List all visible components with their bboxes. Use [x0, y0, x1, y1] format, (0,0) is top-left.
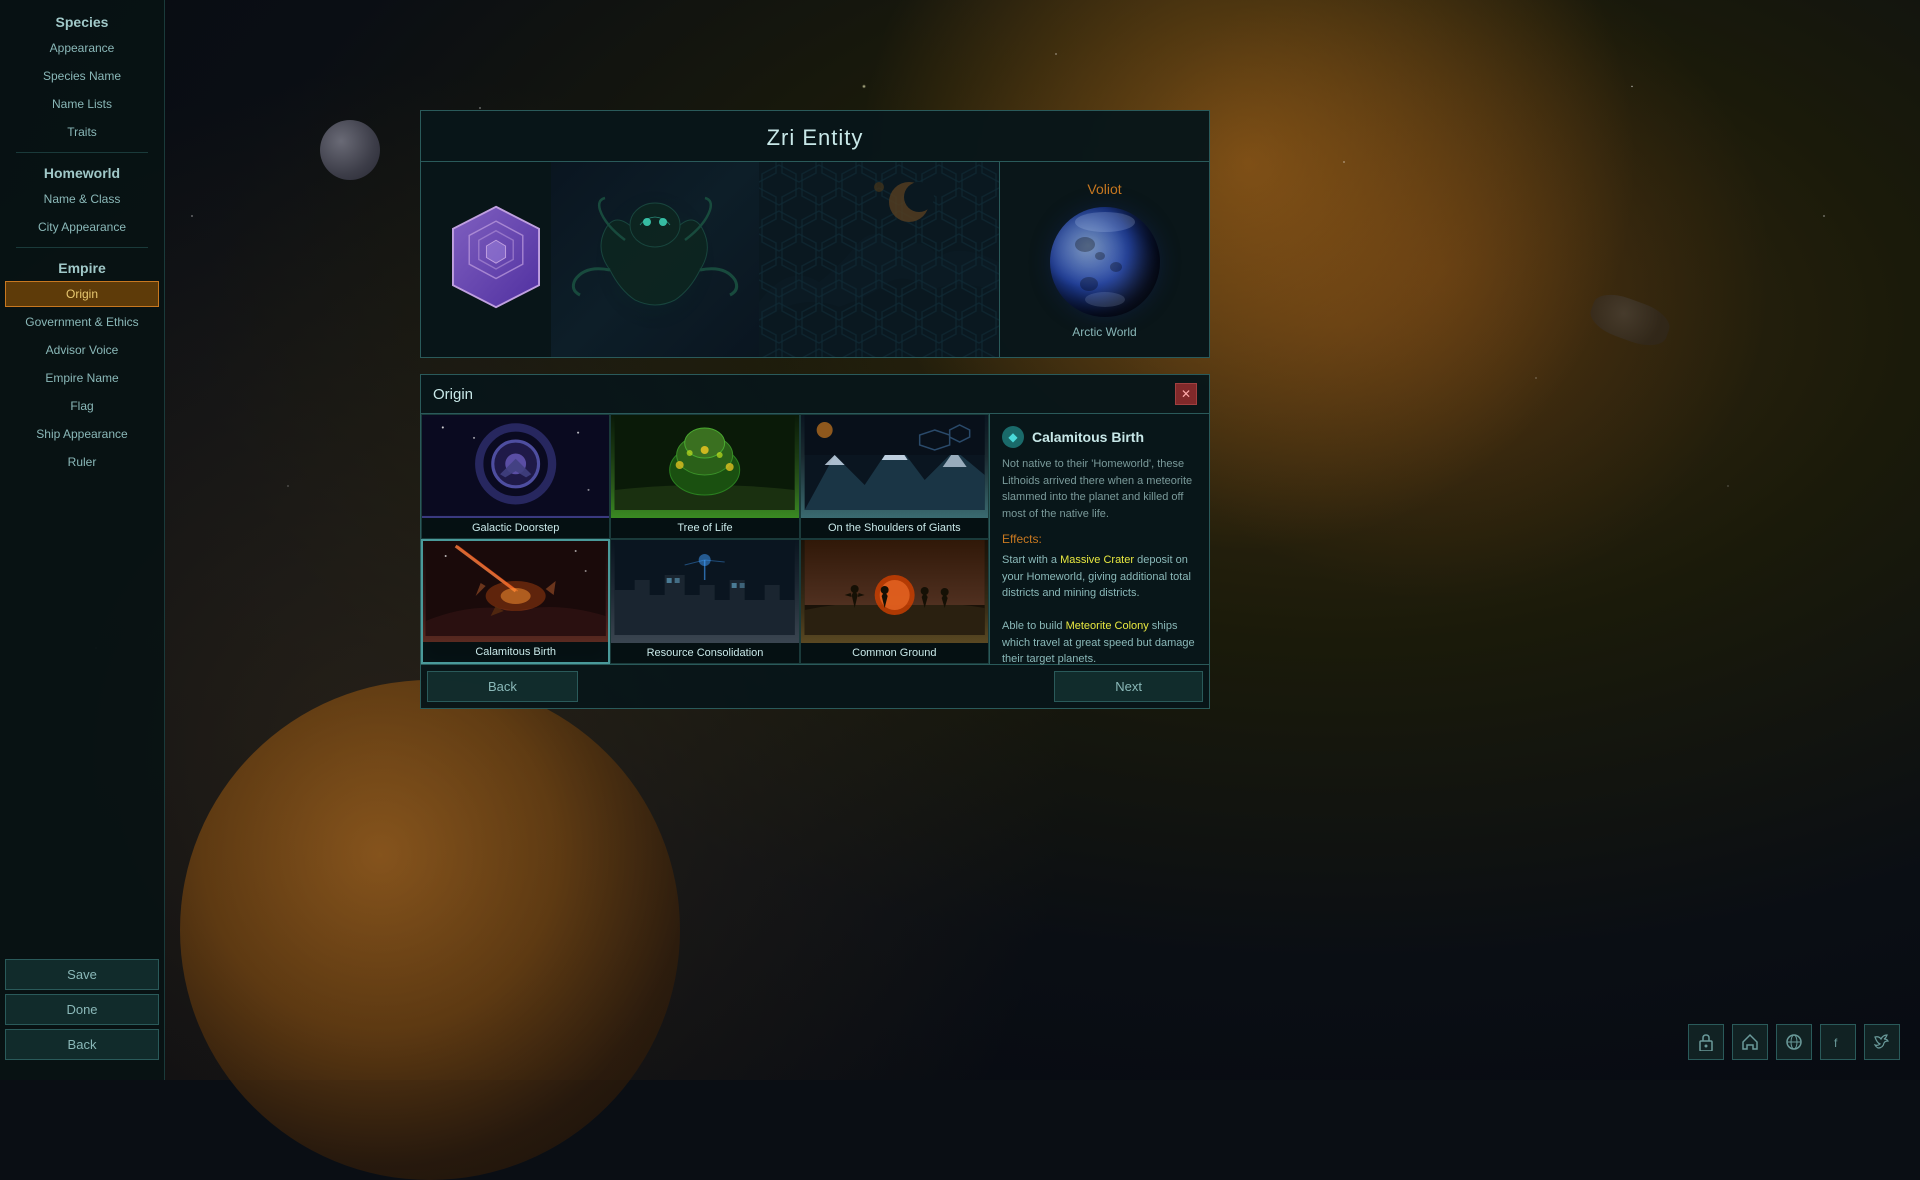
sidebar-section-homeworld: Homeworld — [0, 159, 164, 185]
hex-grid-area — [759, 162, 999, 357]
origin-label-galactic: Galactic Doorstep — [422, 518, 609, 538]
planet-type: Arctic World — [1072, 325, 1136, 339]
main-panel: Zri Entity — [420, 110, 1210, 358]
sidebar-item-origin[interactable]: Origin — [5, 281, 159, 307]
origin-detail-icon: ◆ — [1002, 426, 1024, 448]
origin-img-tree — [611, 415, 798, 518]
origin-detail-description: Not native to their 'Homeworld', these L… — [1002, 456, 1197, 522]
creature-area — [551, 162, 759, 357]
effects-text: Start with a Massive Crater deposit on y… — [1002, 552, 1197, 668]
sidebar-section-empire: Empire — [0, 254, 164, 280]
effects-text-1: Start with a Massive Crater deposit on y… — [1002, 554, 1191, 599]
background-planet — [180, 680, 680, 1180]
panel-title: Zri Entity — [421, 111, 1209, 162]
origin-item-tree-of-life[interactable]: Tree of Life — [610, 414, 799, 539]
origin-item-calamitous[interactable]: Calamitous Birth — [421, 539, 610, 664]
sidebar-item-city-appearance[interactable]: City Appearance — [5, 214, 159, 240]
origin-detail-title: Calamitous Birth — [1032, 429, 1144, 445]
origin-item-resource[interactable]: Resource Consolidation — [610, 539, 799, 664]
origin-grid: Galactic Doorstep — [421, 414, 1209, 664]
background-moon — [320, 120, 380, 180]
lock-icon-button[interactable] — [1688, 1024, 1724, 1060]
origin-detail-header: ◆ Calamitous Birth — [1002, 426, 1197, 448]
svg-text:f: f — [1834, 1036, 1838, 1050]
origin-item-giants[interactable]: On the Shoulders of Giants — [800, 414, 989, 539]
sidebar-item-government-ethics[interactable]: Government & Ethics — [5, 309, 159, 335]
save-button[interactable]: Save — [5, 959, 159, 990]
origin-panel: Origin ✕ — [420, 374, 1210, 709]
bottom-icons-bar: f — [1688, 1024, 1900, 1060]
facebook-icon-button[interactable]: f — [1820, 1024, 1856, 1060]
sidebar-item-ship-appearance[interactable]: Ship Appearance — [5, 421, 159, 447]
hex-icon — [441, 202, 551, 312]
sidebar-section-species: Species — [0, 8, 164, 34]
origin-img-galactic — [422, 415, 609, 518]
sidebar-item-ruler[interactable]: Ruler — [5, 449, 159, 475]
sidebar-item-appearance[interactable]: Appearance — [5, 35, 159, 61]
effects-text-2: Able to build Meteorite Colony ships whi… — [1002, 620, 1195, 665]
massive-crater-highlight: Massive Crater — [1060, 554, 1134, 566]
close-button[interactable]: ✕ — [1175, 383, 1197, 405]
sidebar-item-species-name[interactable]: Species Name — [5, 63, 159, 89]
planet-image — [1050, 207, 1160, 317]
sidebar-item-name-class[interactable]: Name & Class — [5, 186, 159, 212]
meteorite-colony-highlight: Meteorite Colony — [1066, 620, 1149, 632]
sidebar-divider-2 — [16, 247, 147, 248]
planet-name: Voliot — [1087, 181, 1121, 197]
origin-header: Origin ✕ — [421, 375, 1209, 414]
origin-label-giants: On the Shoulders of Giants — [801, 518, 988, 538]
character-display: Voliot Arctic World — [421, 162, 1209, 357]
planet-display: Voliot Arctic World — [999, 162, 1209, 357]
twitter-icon-button[interactable] — [1864, 1024, 1900, 1060]
home-icon-button[interactable] — [1732, 1024, 1768, 1060]
origin-details: ◆ Calamitous Birth Not native to their '… — [989, 414, 1209, 664]
origin-img-resource — [611, 540, 798, 643]
back-nav-button[interactable]: Back — [427, 671, 578, 702]
origin-item-galactic-doorstep[interactable]: Galactic Doorstep — [421, 414, 610, 539]
origin-label-resource: Resource Consolidation — [611, 643, 798, 663]
next-nav-button[interactable]: Next — [1054, 671, 1203, 702]
globe-icon-button[interactable] — [1776, 1024, 1812, 1060]
sidebar-item-flag[interactable]: Flag — [5, 393, 159, 419]
origin-img-common — [801, 540, 988, 643]
sidebar-item-name-lists[interactable]: Name Lists — [5, 91, 159, 117]
back-button[interactable]: Back — [5, 1029, 159, 1060]
origin-label-tree: Tree of Life — [611, 518, 798, 538]
origin-nav: Back Next — [421, 664, 1209, 708]
sidebar-bottom: Save Done Back — [0, 959, 164, 1080]
sidebar: Species Appearance Species Name Name Lis… — [0, 0, 165, 1080]
portrait-area — [421, 162, 759, 357]
sidebar-divider-1 — [16, 152, 147, 153]
sidebar-item-empire-name[interactable]: Empire Name — [5, 365, 159, 391]
done-button[interactable]: Done — [5, 994, 159, 1025]
origin-label-calamitous: Calamitous Birth — [423, 642, 608, 662]
origin-item-common-ground[interactable]: Common Ground — [800, 539, 989, 664]
origin-title: Origin — [433, 386, 473, 403]
sidebar-item-advisor-voice[interactable]: Advisor Voice — [5, 337, 159, 363]
origin-img-giants — [801, 415, 988, 518]
sidebar-item-traits[interactable]: Traits — [5, 119, 159, 145]
origin-img-calamitous — [423, 541, 608, 642]
origin-label-common: Common Ground — [801, 643, 988, 663]
effects-label: Effects: — [1002, 532, 1197, 546]
